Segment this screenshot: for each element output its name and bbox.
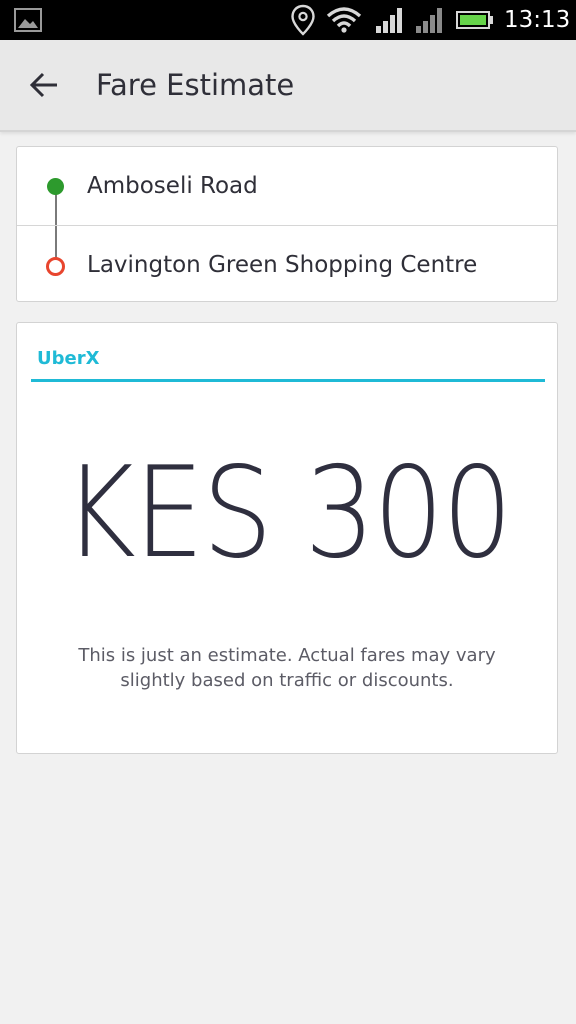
- fare-disclaimer: This is just an estimate. Actual fares m…: [78, 645, 496, 691]
- status-time: 13:13: [504, 7, 571, 33]
- fare-card: UberX KES 300 This is just an estimate. …: [16, 322, 558, 754]
- product-tab-label: UberX: [37, 348, 100, 369]
- route-card: Amboseli Road Lavington Green Shopping C…: [16, 146, 558, 302]
- pickup-location-label: Amboseli Road: [87, 173, 258, 199]
- signal-icon: [376, 8, 402, 33]
- product-tab-indicator: [31, 379, 545, 382]
- pickup-location-row[interactable]: Amboseli Road: [17, 147, 557, 225]
- fare-amount: KES 300: [63, 439, 512, 586]
- status-bar: 13:13: [0, 0, 576, 40]
- dropoff-location-row[interactable]: Lavington Green Shopping Centre: [17, 226, 557, 302]
- page-title: Fare Estimate: [96, 68, 295, 102]
- dropoff-dot-icon: [46, 257, 65, 276]
- wifi-icon: [326, 7, 362, 33]
- dropoff-location-label: Lavington Green Shopping Centre: [87, 252, 478, 278]
- battery-icon: [456, 11, 493, 29]
- product-tab-uberx[interactable]: UberX: [31, 343, 545, 383]
- pickup-dot-icon: [47, 178, 64, 195]
- location-icon: [291, 4, 315, 36]
- back-button[interactable]: [20, 62, 68, 108]
- signal-icon: [416, 8, 442, 33]
- arrow-left-icon: [29, 72, 57, 98]
- app-bar: Fare Estimate: [0, 40, 576, 132]
- gallery-icon: [14, 8, 42, 32]
